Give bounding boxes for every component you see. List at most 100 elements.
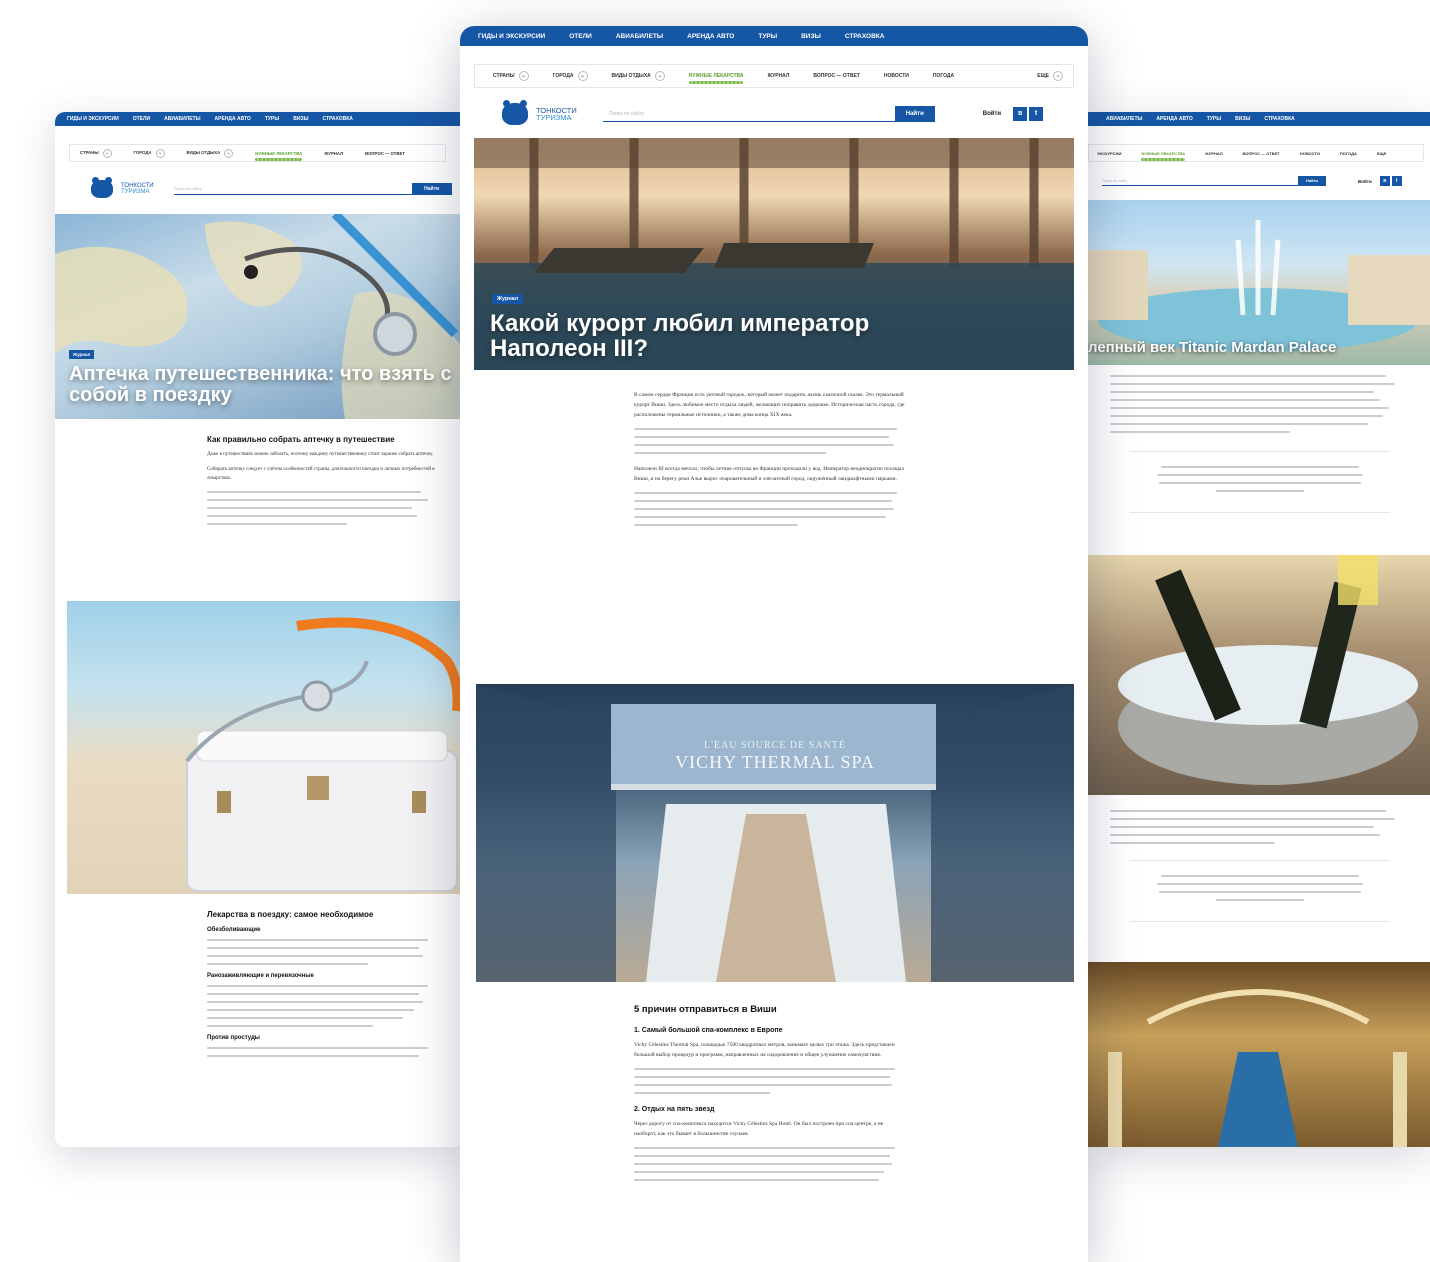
twitter-icon[interactable]: t <box>1029 107 1044 121</box>
palace-photo: лепный век Titanic Mardan Palace <box>1088 200 1430 365</box>
subnav-item[interactable]: Погода <box>933 73 954 79</box>
nav-item[interactable]: Страховка <box>322 116 352 122</box>
subnav-item[interactable]: Новости <box>884 73 909 79</box>
nav-item[interactable]: Визы <box>293 116 308 122</box>
subnav-item[interactable]: Журнал <box>1205 151 1223 156</box>
nav-item[interactable]: Визы <box>801 33 821 40</box>
subnav-item[interactable]: Новости <box>1300 151 1320 156</box>
grass-decoration <box>255 157 303 161</box>
nav-item[interactable]: Авиабилеты <box>616 33 663 40</box>
nav-item[interactable]: Аренда авто <box>215 116 251 122</box>
text-lines <box>634 428 908 454</box>
sub-nav: Страны ⌄ Города ⌄ Виды отдыха ⌄ Нужные лека… <box>69 144 446 162</box>
nav-item[interactable]: Авиабилеты <box>1106 116 1142 122</box>
chevron-down-icon: ⌄ <box>224 148 234 158</box>
vk-icon[interactable]: в <box>1379 176 1390 186</box>
subnav-item[interactable]: Еще <box>1377 151 1386 156</box>
bear-logo-icon[interactable] <box>91 177 113 198</box>
nav-item[interactable]: Гиды и экскурсии <box>478 33 545 40</box>
chevron-down-icon: ⌄ <box>155 148 165 158</box>
subnav-item-highlight[interactable]: Нужные лекарства <box>688 73 744 84</box>
nav-item[interactable]: Страховка <box>845 33 885 40</box>
nav-item[interactable]: Отели <box>569 33 592 40</box>
section-heading: Как правильно собрать аптечку в путешест… <box>207 435 395 444</box>
first-aid-case-photo <box>67 601 460 894</box>
paragraph: Vichy Célestins Thermal Spa, площадью 75… <box>634 1042 895 1058</box>
top-nav: Гиды и экскурсии Отели Авиабилеты Аренда… <box>55 112 460 126</box>
article-intro: В самом сердце Франции есть уютный город… <box>460 370 1088 526</box>
subnav-item[interactable]: Виды отдыха ⌄ <box>612 71 665 81</box>
text-lines <box>207 491 440 525</box>
paragraph: Даже в путешествиях можно заболеть, поэт… <box>207 452 434 457</box>
staircase-illustration <box>1108 989 1407 1147</box>
text-lines <box>634 1147 906 1181</box>
subnav-item[interactable]: Виды отдыха ⌄ <box>187 148 234 158</box>
main-page-preview: Гиды и экскурсии Отели Авиабилеты Аренда… <box>460 26 1088 1262</box>
nav-item[interactable]: Гиды и экскурсии <box>67 116 119 122</box>
subnav-item[interactable]: Вопрос — ответ <box>365 151 405 156</box>
subnav-item[interactable]: Погода <box>1340 151 1357 156</box>
section-heading: Лекарства в поездку: самое необходимое <box>207 910 374 919</box>
sub-nav: Экскурсии Нужные лекарства Журнал Вопрос… <box>1088 144 1424 162</box>
text-lines <box>207 985 437 1027</box>
sub-heading: Ранозаживляющие и перевязочные <box>207 973 314 979</box>
brand-row: ТОНКОСТИ ТУРИЗМА Поиск по сайту Найти Вой… <box>502 100 1088 128</box>
left-page-preview: Гиды и экскурсии Отели Авиабилеты Аренда… <box>55 112 460 1147</box>
nav-item[interactable]: Авиабилеты <box>164 116 200 122</box>
hero-image: Журнал Какой курорт любил император Напо… <box>474 138 1074 370</box>
nav-item[interactable]: Отели <box>133 116 150 122</box>
category-tag[interactable]: Журнал <box>69 350 95 359</box>
search-input[interactable]: Поиск по сайту <box>173 183 412 195</box>
nav-item[interactable]: Туры <box>1207 116 1221 122</box>
text-lines <box>207 939 437 965</box>
subnav-item[interactable]: Страны ⌄ <box>493 71 529 81</box>
logo-text[interactable]: ТОНКОСТИ ТУРИЗМА <box>536 106 577 122</box>
subnav-item[interactable]: Журнал <box>767 73 789 79</box>
subnav-item[interactable]: Города ⌄ <box>134 148 165 158</box>
logo-text[interactable]: ТОНКОСТИ ТУРИЗМА <box>121 183 154 195</box>
vk-icon[interactable]: в <box>1013 107 1028 121</box>
top-nav: Авиабилеты Аренда авто Туры Визы Страхов… <box>1088 112 1430 126</box>
subnav-item[interactable]: Журнал <box>324 151 343 156</box>
subnav-item-highlight[interactable]: Нужные лекарства <box>255 151 303 161</box>
search-input[interactable]: Поиск по сайту <box>1102 177 1298 186</box>
sub-heading: Против простуды <box>207 1035 260 1041</box>
subnav-item[interactable]: Вопрос — ответ <box>813 73 859 79</box>
article-title: Аптечка путешественника: что взять с соб… <box>69 363 452 406</box>
subnav-item[interactable]: Экскурсии <box>1097 151 1121 156</box>
article-body: 5 причин отправиться в Виши 1. Самый бол… <box>634 1004 906 1187</box>
subnav-item[interactable]: Страны ⌄ <box>80 148 112 158</box>
chevron-down-icon: ⌄ <box>518 71 529 81</box>
nav-item[interactable]: Аренда авто <box>1156 116 1192 122</box>
quote-block <box>1130 860 1390 922</box>
palace-interior-photo <box>1088 962 1430 1147</box>
nav-item[interactable]: Визы <box>1235 116 1250 122</box>
quote-block <box>1130 451 1390 513</box>
subnav-item[interactable]: Вопрос — ответ <box>1243 151 1280 156</box>
search-button[interactable]: Найти <box>411 183 452 195</box>
nav-item[interactable]: Туры <box>265 116 279 122</box>
login-link[interactable]: Войти <box>1358 179 1372 184</box>
search-input[interactable]: Поиск по сайту <box>602 107 895 122</box>
login-link[interactable]: Войти <box>983 111 1001 117</box>
search-button[interactable]: Найти <box>894 106 935 122</box>
nav-item[interactable]: Страховка <box>1264 116 1294 122</box>
brand-row: Поиск по сайту Найти Войти в t <box>1102 174 1430 188</box>
bear-logo-icon[interactable] <box>502 100 528 125</box>
nav-item[interactable]: Аренда авто <box>687 33 734 40</box>
text-lines <box>207 1047 437 1057</box>
article-body-2: Лекарства в поездку: самое необходимое О… <box>207 910 437 1063</box>
sub-nav: Страны ⌄ Города ⌄ Виды отдыха ⌄ Нужные лека… <box>474 64 1074 88</box>
subnav-item[interactable]: Города ⌄ <box>553 71 588 81</box>
top-nav: Гиды и экскурсии Отели Авиабилеты Аренда… <box>460 26 1088 46</box>
subnav-item-more[interactable]: Еще ⌄ <box>1037 71 1063 81</box>
champagne-illustration <box>1118 555 1418 785</box>
article-body <box>1088 365 1430 513</box>
subnav-item-highlight[interactable]: Нужные лекарства <box>1141 151 1186 161</box>
search-button[interactable]: Найти <box>1298 176 1326 186</box>
twitter-icon[interactable]: t <box>1391 176 1402 186</box>
category-tag[interactable]: Журнал <box>492 294 524 304</box>
paragraph: Собирать аптечку следует с учётом особен… <box>207 467 435 481</box>
brand-row: ТОНКОСТИ ТУРИЗМА Поиск по сайту Найти <box>91 176 460 202</box>
nav-item[interactable]: Туры <box>758 33 777 40</box>
